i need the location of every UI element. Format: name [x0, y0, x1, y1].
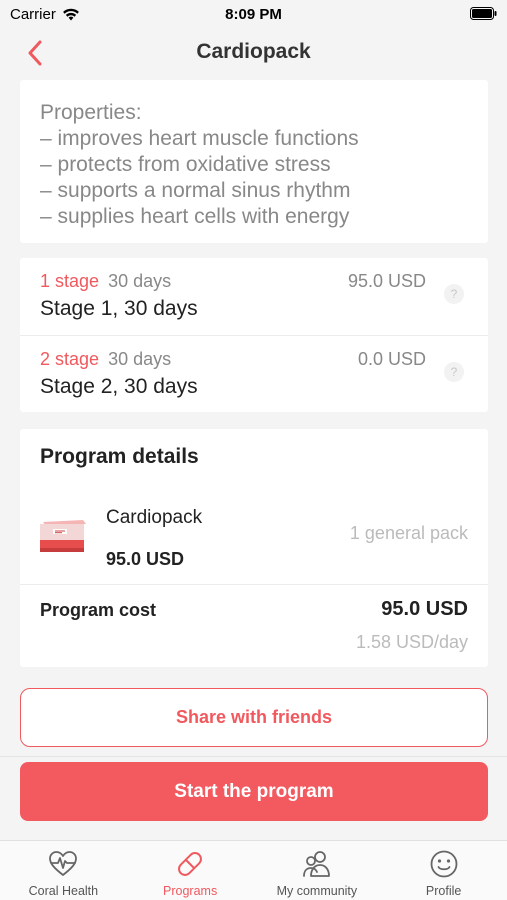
tab-profile[interactable]: Profile [380, 841, 507, 900]
properties-card: Properties: – improves heart muscle func… [20, 80, 488, 243]
tab-label: Coral Health [28, 884, 99, 898]
stage-duration: 30 days [108, 349, 172, 369]
heart-pulse-icon [49, 851, 78, 876]
tab-my-community[interactable]: My community [254, 841, 381, 900]
pack-price: 95.0 USD [106, 549, 185, 569]
product-pack-image [40, 520, 86, 552]
tab-label: My community [276, 884, 358, 898]
share-with-friends-button[interactable]: Share with friends [20, 688, 488, 747]
properties-heading: Properties: [40, 101, 142, 124]
program-cost-label: Program cost [40, 600, 157, 620]
stage-label: 2 stage [40, 349, 100, 369]
stage-duration: 30 days [108, 271, 172, 291]
property-item: – supports a normal sinus rhythm [40, 179, 351, 202]
divider [0, 756, 507, 757]
help-icon[interactable]: ? [444, 284, 464, 304]
status-bar: Carrier 8:09 PM [0, 0, 507, 30]
cost-per-day: 1.58 USD/day [355, 632, 468, 652]
stage-price: 0.0 USD [357, 349, 426, 369]
program-details-title: Program details [40, 445, 199, 468]
pill-icon [178, 852, 203, 876]
stage-name: Stage 1, 30 days [40, 297, 198, 320]
stage-label: 1 stage [40, 271, 100, 291]
stage-header: 2 stage 30 days [40, 349, 171, 370]
stage-row-1: 1 stage 30 days 95.0 USD Stage 1, 30 day… [20, 258, 488, 335]
stage-row-2: 2 stage 30 days 0.0 USD Stage 2, 30 days… [20, 335, 488, 412]
start-program-button[interactable]: Start the program [20, 762, 488, 821]
property-item: – improves heart muscle functions [40, 127, 359, 150]
stage-header: 1 stage 30 days [40, 271, 171, 292]
page-title: Cardiopack [196, 40, 311, 63]
property-item: – protects from oxidative stress [40, 153, 331, 176]
stage-price: 95.0 USD [347, 271, 426, 291]
program-cost-value: 95.0 USD [381, 598, 468, 620]
tab-coral-health[interactable]: Coral Health [0, 841, 127, 900]
tab-bar: Coral Health Programs My community Profi… [0, 840, 507, 900]
navigation-bar: Cardiopack [0, 30, 507, 76]
status-time: 8:09 PM [225, 6, 282, 23]
divider [20, 584, 488, 585]
program-details-card: Program details Cardiopack 95.0 USD 1 ge… [20, 429, 488, 667]
help-icon[interactable]: ? [444, 362, 464, 382]
tab-label: Profile [425, 884, 462, 898]
smiley-icon [430, 850, 458, 878]
tab-programs[interactable]: Programs [127, 841, 254, 900]
stage-name: Stage 2, 30 days [40, 375, 198, 398]
property-item: – supplies heart cells with energy [40, 205, 350, 228]
community-icon [302, 851, 330, 877]
battery-icon [470, 7, 497, 24]
pack-quantity: 1 general pack [349, 523, 468, 543]
tab-label: Programs [163, 884, 218, 898]
pack-name: Cardiopack [106, 507, 203, 528]
stages-card: 1 stage 30 days 95.0 USD Stage 1, 30 day… [20, 258, 488, 412]
